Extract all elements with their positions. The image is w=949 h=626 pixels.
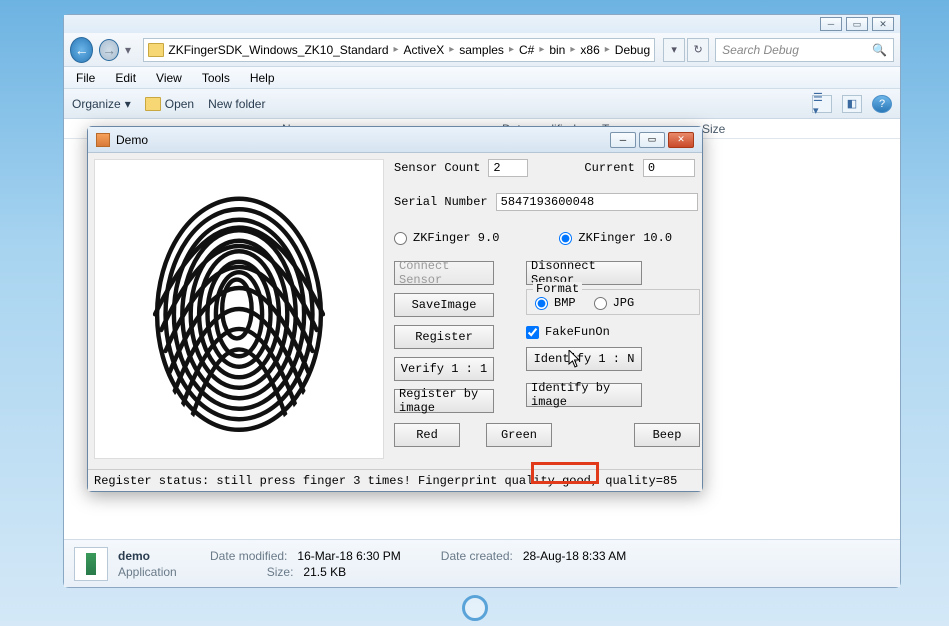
close-button[interactable]: ✕ bbox=[872, 17, 894, 31]
search-input[interactable]: Search Debug 🔍 bbox=[715, 38, 894, 62]
refresh-button[interactable]: ↻ bbox=[687, 38, 709, 62]
demo-window: Demo ─ ▭ ✕ bbox=[87, 126, 703, 492]
start-orb[interactable] bbox=[462, 595, 488, 621]
current-input[interactable] bbox=[643, 159, 695, 177]
demo-maximize-button[interactable]: ▭ bbox=[639, 132, 665, 148]
verify-button[interactable]: Verify 1 : 1 bbox=[394, 357, 494, 381]
breadcrumb-dropdown[interactable]: ▾ bbox=[663, 38, 685, 62]
radio-bmp[interactable]: BMP bbox=[535, 296, 576, 310]
newfolder-button[interactable]: New folder bbox=[208, 97, 265, 111]
maximize-button[interactable]: ▭ bbox=[846, 17, 868, 31]
menu-help[interactable]: Help bbox=[242, 69, 283, 87]
detail-filename: demo bbox=[118, 549, 150, 563]
detail-size-label: Size: bbox=[267, 565, 294, 579]
radio-zkfinger10[interactable]: ZKFinger 10.0 bbox=[559, 231, 672, 245]
radio-zkfinger9[interactable]: ZKFinger 9.0 bbox=[394, 231, 499, 245]
detail-datemod: 16-Mar-18 6:30 PM bbox=[297, 549, 400, 563]
breadcrumb-item[interactable]: ZKFingerSDK_Windows_ZK10_Standard bbox=[168, 43, 388, 57]
search-placeholder: Search Debug bbox=[722, 43, 799, 57]
open-button[interactable]: Open bbox=[145, 97, 194, 111]
history-dropdown[interactable]: ▾ bbox=[125, 43, 137, 57]
details-pane: demo Date modified: 16-Mar-18 6:30 PM Da… bbox=[64, 539, 900, 587]
explorer-titlebar: ─ ▭ ✕ bbox=[64, 15, 900, 33]
checkbox-fakefun[interactable]: FakeFunOn bbox=[526, 325, 700, 339]
breadcrumb-item[interactable]: Debug bbox=[615, 43, 650, 57]
register-by-image-button[interactable]: Register by image bbox=[394, 389, 494, 413]
search-icon: 🔍 bbox=[872, 43, 887, 57]
demo-close-button[interactable]: ✕ bbox=[668, 132, 694, 148]
menu-view[interactable]: View bbox=[148, 69, 190, 87]
breadcrumb-item[interactable]: samples bbox=[459, 43, 504, 57]
detail-size: 21.5 KB bbox=[303, 565, 346, 579]
menu-bar: File Edit View Tools Help bbox=[64, 67, 900, 89]
format-label: Format bbox=[533, 282, 582, 296]
sensor-count-label: Sensor Count bbox=[394, 161, 480, 175]
help-button[interactable]: ? bbox=[872, 95, 892, 113]
menu-file[interactable]: File bbox=[68, 69, 103, 87]
demo-title-text: Demo bbox=[116, 133, 148, 147]
breadcrumb-item[interactable]: x86 bbox=[580, 43, 599, 57]
register-button[interactable]: Register bbox=[394, 325, 494, 349]
saveimage-button[interactable]: SaveImage bbox=[394, 293, 494, 317]
organize-button[interactable]: Organize ▾ bbox=[72, 97, 131, 111]
detail-datemod-label: Date modified: bbox=[210, 549, 287, 563]
open-icon bbox=[145, 97, 161, 111]
detail-type: Application bbox=[118, 565, 177, 579]
preview-pane-button[interactable]: ◧ bbox=[842, 95, 862, 113]
demo-minimize-button[interactable]: ─ bbox=[610, 132, 636, 148]
serial-input[interactable] bbox=[496, 193, 698, 211]
fingerprint-panel bbox=[88, 153, 390, 469]
beep-button[interactable]: Beep bbox=[634, 423, 700, 447]
format-group: Format BMP JPG bbox=[526, 289, 700, 315]
breadcrumb-item[interactable]: ActiveX bbox=[404, 43, 445, 57]
menu-tools[interactable]: Tools bbox=[194, 69, 238, 87]
serial-label: Serial Number bbox=[394, 195, 488, 209]
demo-titlebar[interactable]: Demo ─ ▭ ✕ bbox=[88, 127, 702, 153]
green-button[interactable]: Green bbox=[486, 423, 552, 447]
file-thumbnail bbox=[74, 547, 108, 581]
red-button[interactable]: Red bbox=[394, 423, 460, 447]
tool-bar: Organize ▾ Open New folder ☰ ▾ ◧ ? bbox=[64, 89, 900, 119]
fingerprint-image bbox=[94, 159, 384, 459]
minimize-button[interactable]: ─ bbox=[820, 17, 842, 31]
nav-bar: ← → ▾ ZKFingerSDK_Windows_ZK10_Standard▸… bbox=[64, 33, 900, 67]
demo-app-icon bbox=[96, 133, 110, 147]
status-text: Register status: still press finger 3 ti… bbox=[94, 474, 677, 488]
forward-button[interactable]: → bbox=[99, 39, 119, 61]
menu-edit[interactable]: Edit bbox=[107, 69, 144, 87]
column-size[interactable]: Size bbox=[702, 122, 782, 136]
sensor-count-input[interactable] bbox=[488, 159, 528, 177]
detail-datecreated-label: Date created: bbox=[441, 549, 513, 563]
view-options-button[interactable]: ☰ ▾ bbox=[812, 95, 832, 113]
breadcrumb-item[interactable]: bin bbox=[549, 43, 565, 57]
detail-datecreated: 28-Aug-18 8:33 AM bbox=[523, 549, 626, 563]
identify-by-image-button[interactable]: Identify by image bbox=[526, 383, 642, 407]
folder-icon bbox=[148, 43, 164, 57]
back-button[interactable]: ← bbox=[70, 37, 93, 63]
identify-button[interactable]: Identify 1 : N bbox=[526, 347, 642, 371]
status-bar: Register status: still press finger 3 ti… bbox=[88, 469, 702, 491]
radio-jpg[interactable]: JPG bbox=[594, 296, 635, 310]
breadcrumb-item[interactable]: C# bbox=[519, 43, 534, 57]
breadcrumb[interactable]: ZKFingerSDK_Windows_ZK10_Standard▸ Activ… bbox=[143, 38, 655, 62]
controls-panel: Sensor Count Current Serial Number ZKFin… bbox=[390, 153, 710, 469]
connect-sensor-button[interactable]: Connect Sensor bbox=[394, 261, 494, 285]
current-label: Current bbox=[584, 161, 634, 175]
